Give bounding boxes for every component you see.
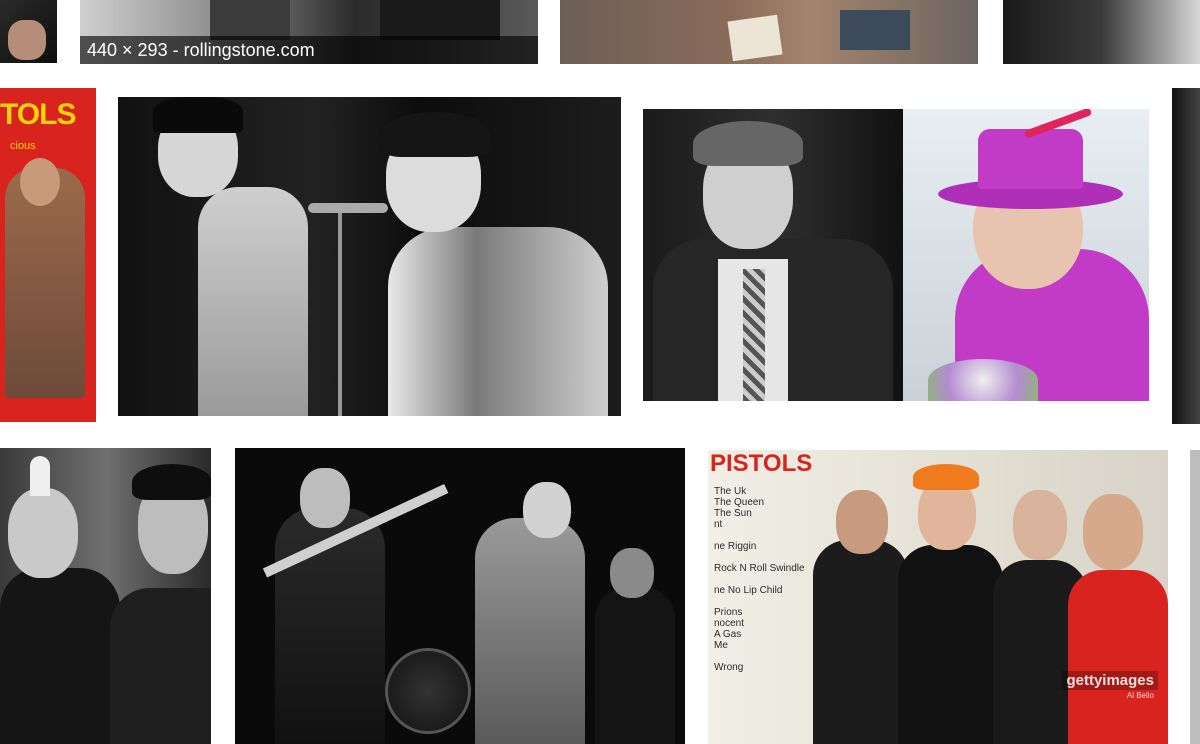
singer-head [523,482,571,538]
poster-subtitle: cious [10,140,36,152]
image-tile-far-right-edge[interactable] [1190,450,1200,744]
image-tile-mohawk-crowd[interactable] [0,448,211,744]
tracklist: The Uk The Queen The Sun nt ne Riggin Ro… [714,486,805,673]
singer-hair [380,112,490,157]
image-tile-right-edge[interactable] [1172,88,1200,424]
mohawk [30,456,50,496]
photo [1190,450,1200,744]
member-4-head [1083,494,1143,570]
track [714,574,805,585]
image-dimension-source-caption: 440 × 293 - rollingstone.com [80,36,538,64]
track: nt [714,519,723,530]
guitarist-body [595,588,675,744]
paper-shape [727,14,783,62]
photographer-credit: Al Bello [1126,691,1154,700]
track: Prions [714,607,743,618]
member-2-hair [913,464,979,490]
track: A Gas [714,629,742,640]
face-shape [8,20,46,60]
image-tile-band-reunion[interactable]: PISTOLS The Uk The Queen The Sun nt ne R… [708,450,1168,744]
member-1-head [836,490,888,554]
person-right-hair [132,464,211,500]
track [714,530,805,541]
track: nocent [714,618,745,629]
singer-tie [743,269,765,401]
face-shape [20,158,60,206]
singer-body [388,227,608,416]
figure-shape [380,0,500,40]
track: The Queen [714,497,765,508]
track: Rock N Roll Swindle [714,563,805,574]
mic-stand [338,207,342,416]
member-3-head [1013,490,1067,560]
image-tile-rollingstone[interactable]: 440 × 293 - rollingstone.com [80,0,538,64]
track: ne Riggin [714,541,757,552]
bassist-head [300,468,350,528]
queen-hat-crown [978,129,1083,189]
drum-kit [385,648,471,734]
guitarist-head [610,548,654,598]
track [714,552,805,563]
bassist-hair [153,97,243,133]
track: Wrong [714,662,744,673]
flower-bouquet [928,359,1038,401]
image-tile-top-left[interactable] [0,0,57,63]
image-tile-singer-queen-split[interactable] [643,109,1149,401]
singer-hair [693,121,803,166]
photo [1003,0,1200,64]
track: Me [714,640,728,651]
image-tile-top-center[interactable] [560,0,978,64]
image-tile-poster-left[interactable]: TOLS cious [0,88,96,422]
track: The Sun [714,508,752,519]
person-right-jacket [110,588,211,744]
member-4-jacket [1068,570,1168,744]
poster-title: TOLS [0,98,76,131]
microphone [308,203,388,213]
person-left-head [8,488,78,578]
image-tile-stage-duo[interactable] [118,97,621,416]
getty-watermark: gettyimages [1062,671,1158,690]
figure-shape [210,0,290,40]
track: ne No Lip Child [714,585,783,596]
poster-title: PISTOLS [710,450,813,477]
track: The Uk [714,486,747,497]
image-tile-top-right[interactable] [1003,0,1200,64]
bassist-body [198,187,308,416]
track [714,596,805,607]
boot-shape [840,10,910,50]
image-tile-band-on-stage[interactable] [235,448,685,744]
member-2-shirt [898,545,1003,744]
member-1-coat [813,540,908,744]
person-left-jacket [0,568,120,744]
singer-body [475,518,585,744]
photo [1172,88,1200,424]
track [714,651,805,662]
